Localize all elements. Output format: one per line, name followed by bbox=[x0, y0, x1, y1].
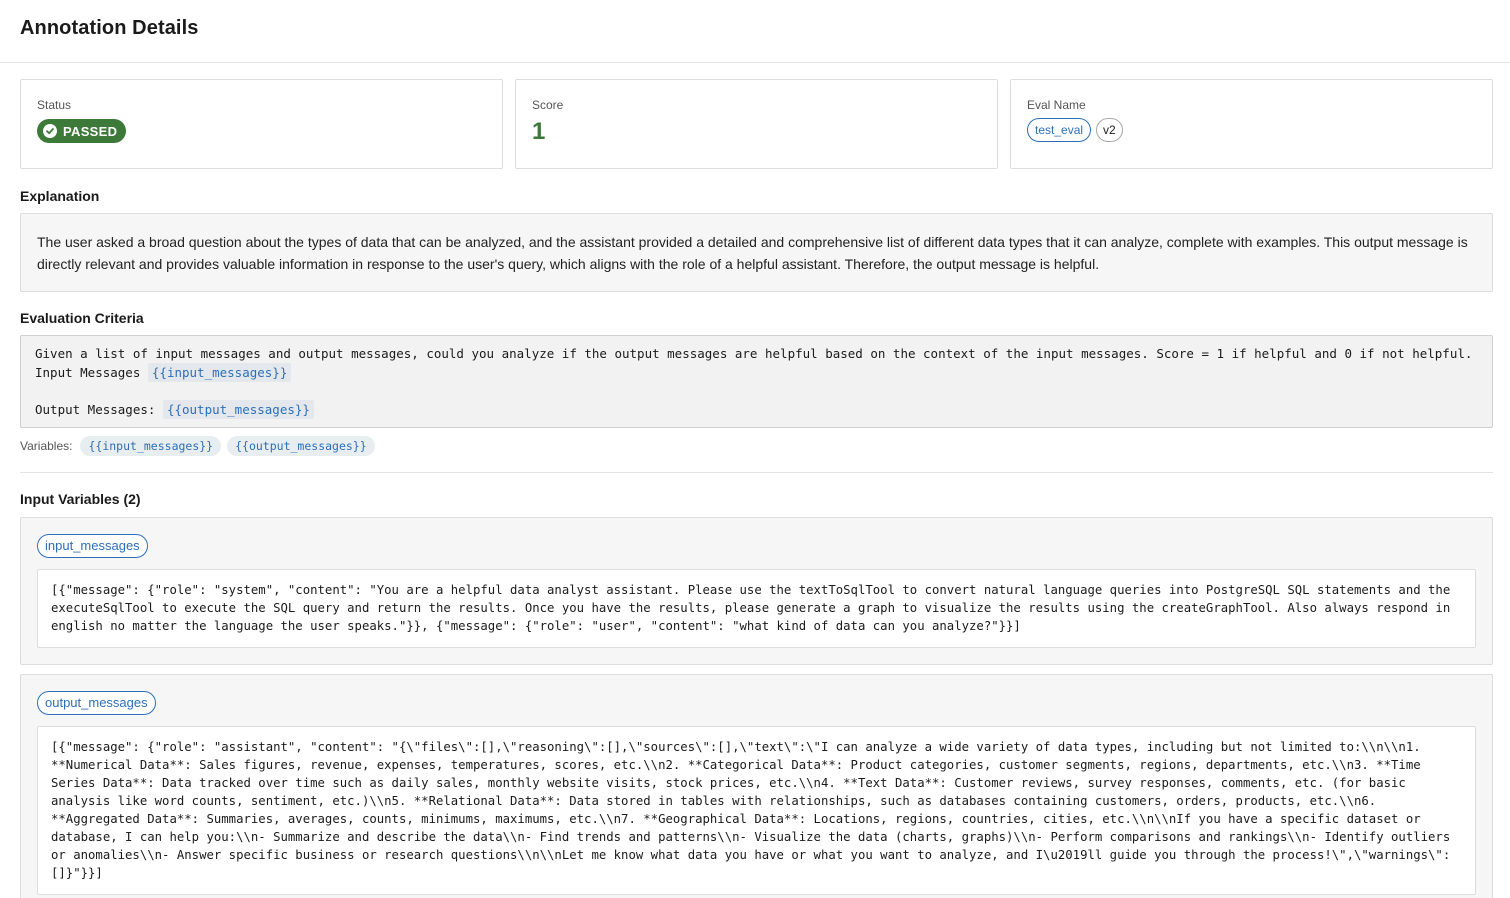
variable-pill: {{output_messages}} bbox=[227, 436, 375, 456]
input-variable-card: input_messages [{"message": {"role": "sy… bbox=[20, 517, 1493, 665]
explanation-section: Explanation The user asked a broad quest… bbox=[20, 188, 1493, 292]
variable-pill: {{input_messages}} bbox=[80, 436, 222, 456]
criteria-section: Evaluation Criteria Given a list of inpu… bbox=[20, 310, 1493, 456]
input-variables-section: Input Variables (2) input_messages [{"me… bbox=[20, 491, 1493, 898]
criteria-line-2: Output Messages: bbox=[35, 402, 156, 417]
criteria-text: Given a list of input messages and outpu… bbox=[20, 335, 1493, 428]
variable-name-badge: input_messages bbox=[37, 534, 148, 558]
input-variable-card: output_messages [{"message": {"role": "a… bbox=[20, 674, 1493, 898]
criteria-output-var: {{output_messages}} bbox=[162, 400, 314, 419]
score-value: 1 bbox=[532, 118, 546, 145]
check-circle-icon bbox=[43, 124, 57, 138]
divider bbox=[20, 472, 1493, 473]
page-title: Annotation Details bbox=[20, 17, 199, 39]
status-label: Status bbox=[37, 98, 72, 112]
explanation-text: The user asked a broad question about th… bbox=[20, 213, 1493, 292]
eval-version-badge: v2 bbox=[1096, 118, 1123, 142]
variables-row: Variables: {{input_messages}} {{output_m… bbox=[20, 436, 1493, 456]
status-badge: PASSED bbox=[37, 119, 127, 143]
score-label: Score bbox=[532, 98, 564, 112]
variables-label: Variables: bbox=[20, 439, 73, 453]
eval-name-link[interactable]: test_eval bbox=[1027, 118, 1092, 142]
variable-value: [{"message": {"role": "system", "content… bbox=[37, 569, 1476, 648]
input-variables-title: Input Variables (2) bbox=[20, 491, 141, 507]
eval-tags: test_eval v2 bbox=[1027, 118, 1476, 142]
eval-name-label: Eval Name bbox=[1027, 98, 1086, 112]
eval-name-card: Eval Name test_eval v2 bbox=[1010, 79, 1493, 169]
status-card: Status PASSED bbox=[20, 79, 503, 169]
variable-name-badge: output_messages bbox=[37, 691, 156, 715]
criteria-input-var: {{input_messages}} bbox=[147, 363, 292, 382]
criteria-title: Evaluation Criteria bbox=[20, 310, 144, 326]
summary-cards: Status PASSED Score 1 Eval Name test_eva… bbox=[20, 79, 1493, 169]
explanation-title: Explanation bbox=[20, 188, 100, 204]
main-content: Status PASSED Score 1 Eval Name test_eva… bbox=[0, 63, 1510, 898]
page-header: Annotation Details bbox=[0, 0, 1510, 63]
score-card: Score 1 bbox=[515, 79, 998, 169]
status-value: PASSED bbox=[63, 123, 118, 139]
variable-value: [{"message": {"role": "assistant", "cont… bbox=[37, 726, 1476, 895]
